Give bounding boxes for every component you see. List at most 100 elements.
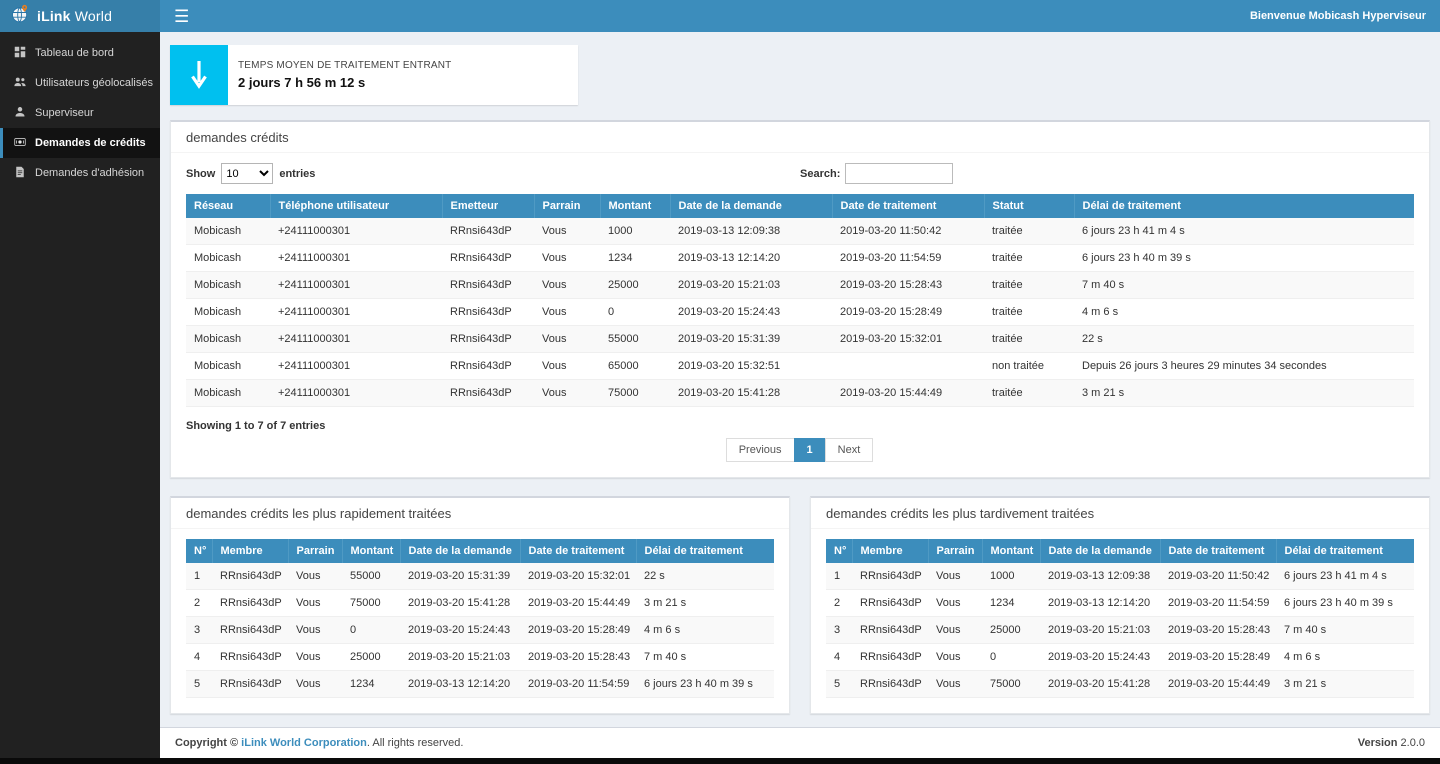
fastest-panel-header: demandes crédits les plus rapidement tra… xyxy=(171,498,789,529)
table-cell: 3 m 21 s xyxy=(1276,671,1414,698)
table-cell: 2019-03-13 12:14:20 xyxy=(670,245,832,272)
table-cell: 6 jours 23 h 40 m 39 s xyxy=(636,671,774,698)
table-cell: 7 m 40 s xyxy=(1074,272,1414,299)
sidebar-item-label: Tableau de bord xyxy=(35,47,114,59)
column-header[interactable]: Montant xyxy=(982,539,1040,563)
sidebar-item-utilisateurs-geolocalises[interactable]: Utilisateurs géolocalisés xyxy=(0,68,160,98)
table-row: 5RRnsi643dPVous750002019-03-20 15:41:282… xyxy=(826,671,1414,698)
column-header[interactable]: Délai de traitement xyxy=(1276,539,1414,563)
table-cell: Mobicash xyxy=(186,326,270,353)
column-header[interactable]: Date de traitement xyxy=(520,539,636,563)
table-cell: RRnsi643dP xyxy=(442,272,534,299)
column-header[interactable]: Parrain xyxy=(534,194,600,218)
table-cell: 3 m 21 s xyxy=(636,590,774,617)
table-cell: 2019-03-20 15:44:49 xyxy=(520,590,636,617)
column-header[interactable]: Date de la demande xyxy=(670,194,832,218)
table-cell: +24111000301 xyxy=(270,326,442,353)
table-cell: RRnsi643dP xyxy=(852,617,928,644)
table-cell: 2019-03-20 15:41:28 xyxy=(400,590,520,617)
column-header[interactable]: Délai de traitement xyxy=(636,539,774,563)
table-row: 5RRnsi643dPVous12342019-03-13 12:14:2020… xyxy=(186,671,774,698)
credits-icon xyxy=(14,136,26,151)
column-header[interactable]: Parrain xyxy=(928,539,982,563)
table-cell: +24111000301 xyxy=(270,272,442,299)
sidebar-item-superviseur[interactable]: Superviseur xyxy=(0,98,160,128)
table-cell: 1 xyxy=(186,563,212,590)
column-header[interactable]: Membre xyxy=(852,539,928,563)
column-header[interactable]: Parrain xyxy=(288,539,342,563)
sidebar-toggle-icon[interactable]: ☰ xyxy=(174,8,189,25)
column-header[interactable]: Téléphone utilisateur xyxy=(270,194,442,218)
table-cell: Depuis 26 jours 3 heures 29 minutes 34 s… xyxy=(1074,353,1414,380)
sidebar: Tableau de bord Utilisateurs géolocalisé… xyxy=(0,32,160,758)
table-cell: 2019-03-20 15:32:01 xyxy=(520,563,636,590)
table-cell: Vous xyxy=(928,671,982,698)
table-cell: 7 m 40 s xyxy=(1276,617,1414,644)
table-cell: +24111000301 xyxy=(270,245,442,272)
table-cell: Mobicash xyxy=(186,218,270,245)
search-control: Search: xyxy=(800,163,1414,184)
brand-name: iLink World xyxy=(37,8,112,24)
column-header[interactable]: Date de la demande xyxy=(400,539,520,563)
column-header[interactable]: N° xyxy=(826,539,852,563)
table-cell: 2019-03-20 11:54:59 xyxy=(1160,590,1276,617)
table-cell: Vous xyxy=(288,671,342,698)
sidebar-item-label: Superviseur xyxy=(35,107,94,119)
pagination-page-1-button[interactable]: 1 xyxy=(794,438,826,462)
table-row: 4RRnsi643dPVous250002019-03-20 15:21:032… xyxy=(186,644,774,671)
table-row: Mobicash+24111000301RRnsi643dPVous100020… xyxy=(186,218,1414,245)
table-cell: +24111000301 xyxy=(270,218,442,245)
table-cell: 2019-03-20 15:28:43 xyxy=(520,644,636,671)
table-row: 1RRnsi643dPVous550002019-03-20 15:31:392… xyxy=(186,563,774,590)
table-cell: Vous xyxy=(534,272,600,299)
sidebar-item-tableau-de-bord[interactable]: Tableau de bord xyxy=(0,38,160,68)
info-box-value: 2 jours 7 h 56 m 12 s xyxy=(238,75,451,90)
column-header[interactable]: Date de traitement xyxy=(1160,539,1276,563)
table-cell: Mobicash xyxy=(186,380,270,407)
table-cell: +24111000301 xyxy=(270,353,442,380)
table-cell: 55000 xyxy=(342,563,400,590)
page-length-select[interactable]: 10 xyxy=(221,163,273,184)
table-cell: 2019-03-20 15:28:49 xyxy=(1160,644,1276,671)
table-cell: 6 jours 23 h 40 m 39 s xyxy=(1074,245,1414,272)
table-cell: Vous xyxy=(534,380,600,407)
app-window: iLink World ☰ Bienvenue Mobicash Hypervi… xyxy=(0,0,1440,758)
pagination-previous-button[interactable]: Previous xyxy=(726,438,795,462)
panel-title: demandes crédits les plus tardivement tr… xyxy=(826,506,1414,521)
table-cell: 6 jours 23 h 40 m 39 s xyxy=(1276,590,1414,617)
column-header[interactable]: Membre xyxy=(212,539,288,563)
table-cell: 4 xyxy=(186,644,212,671)
copyright-text: Copyright © iLink World Corporation. All… xyxy=(175,737,463,749)
credits-panel-header: demandes crédits xyxy=(171,122,1429,153)
table-cell: Vous xyxy=(288,644,342,671)
column-header[interactable]: Réseau xyxy=(186,194,270,218)
pagination-next-button[interactable]: Next xyxy=(825,438,874,462)
table-cell: 2 xyxy=(186,590,212,617)
column-header[interactable]: Date de la demande xyxy=(1040,539,1160,563)
brand-logo[interactable]: iLink World xyxy=(0,0,160,32)
table-cell: 3 xyxy=(186,617,212,644)
show-label: Show xyxy=(186,168,215,180)
sidebar-item-label: Demandes d'adhésion xyxy=(35,167,144,179)
table-row: Mobicash+24111000301RRnsi643dPVous250002… xyxy=(186,272,1414,299)
column-header[interactable]: Montant xyxy=(600,194,670,218)
sidebar-item-demandes-adhesion[interactable]: Demandes d'adhésion xyxy=(0,158,160,188)
version-text: Version 2.0.0 xyxy=(1358,737,1425,749)
column-header[interactable]: Montant xyxy=(342,539,400,563)
column-header[interactable]: Statut xyxy=(984,194,1074,218)
column-header[interactable]: Délai de traitement xyxy=(1074,194,1414,218)
column-header[interactable]: Emetteur xyxy=(442,194,534,218)
bottom-strip xyxy=(0,758,1440,764)
user-icon xyxy=(14,106,26,121)
entries-label: entries xyxy=(279,168,315,180)
table-cell: 2019-03-20 15:44:49 xyxy=(1160,671,1276,698)
table-row: Mobicash+24111000301RRnsi643dPVous02019-… xyxy=(186,299,1414,326)
table-cell: 75000 xyxy=(982,671,1040,698)
column-header[interactable]: Date de traitement xyxy=(832,194,984,218)
sidebar-item-demandes-de-credits[interactable]: Demandes de crédits xyxy=(0,128,160,158)
dashboard-icon xyxy=(14,46,26,61)
search-input[interactable] xyxy=(845,163,953,184)
company-link[interactable]: iLink World Corporation xyxy=(241,737,367,749)
column-header[interactable]: N° xyxy=(186,539,212,563)
table-cell: RRnsi643dP xyxy=(852,563,928,590)
